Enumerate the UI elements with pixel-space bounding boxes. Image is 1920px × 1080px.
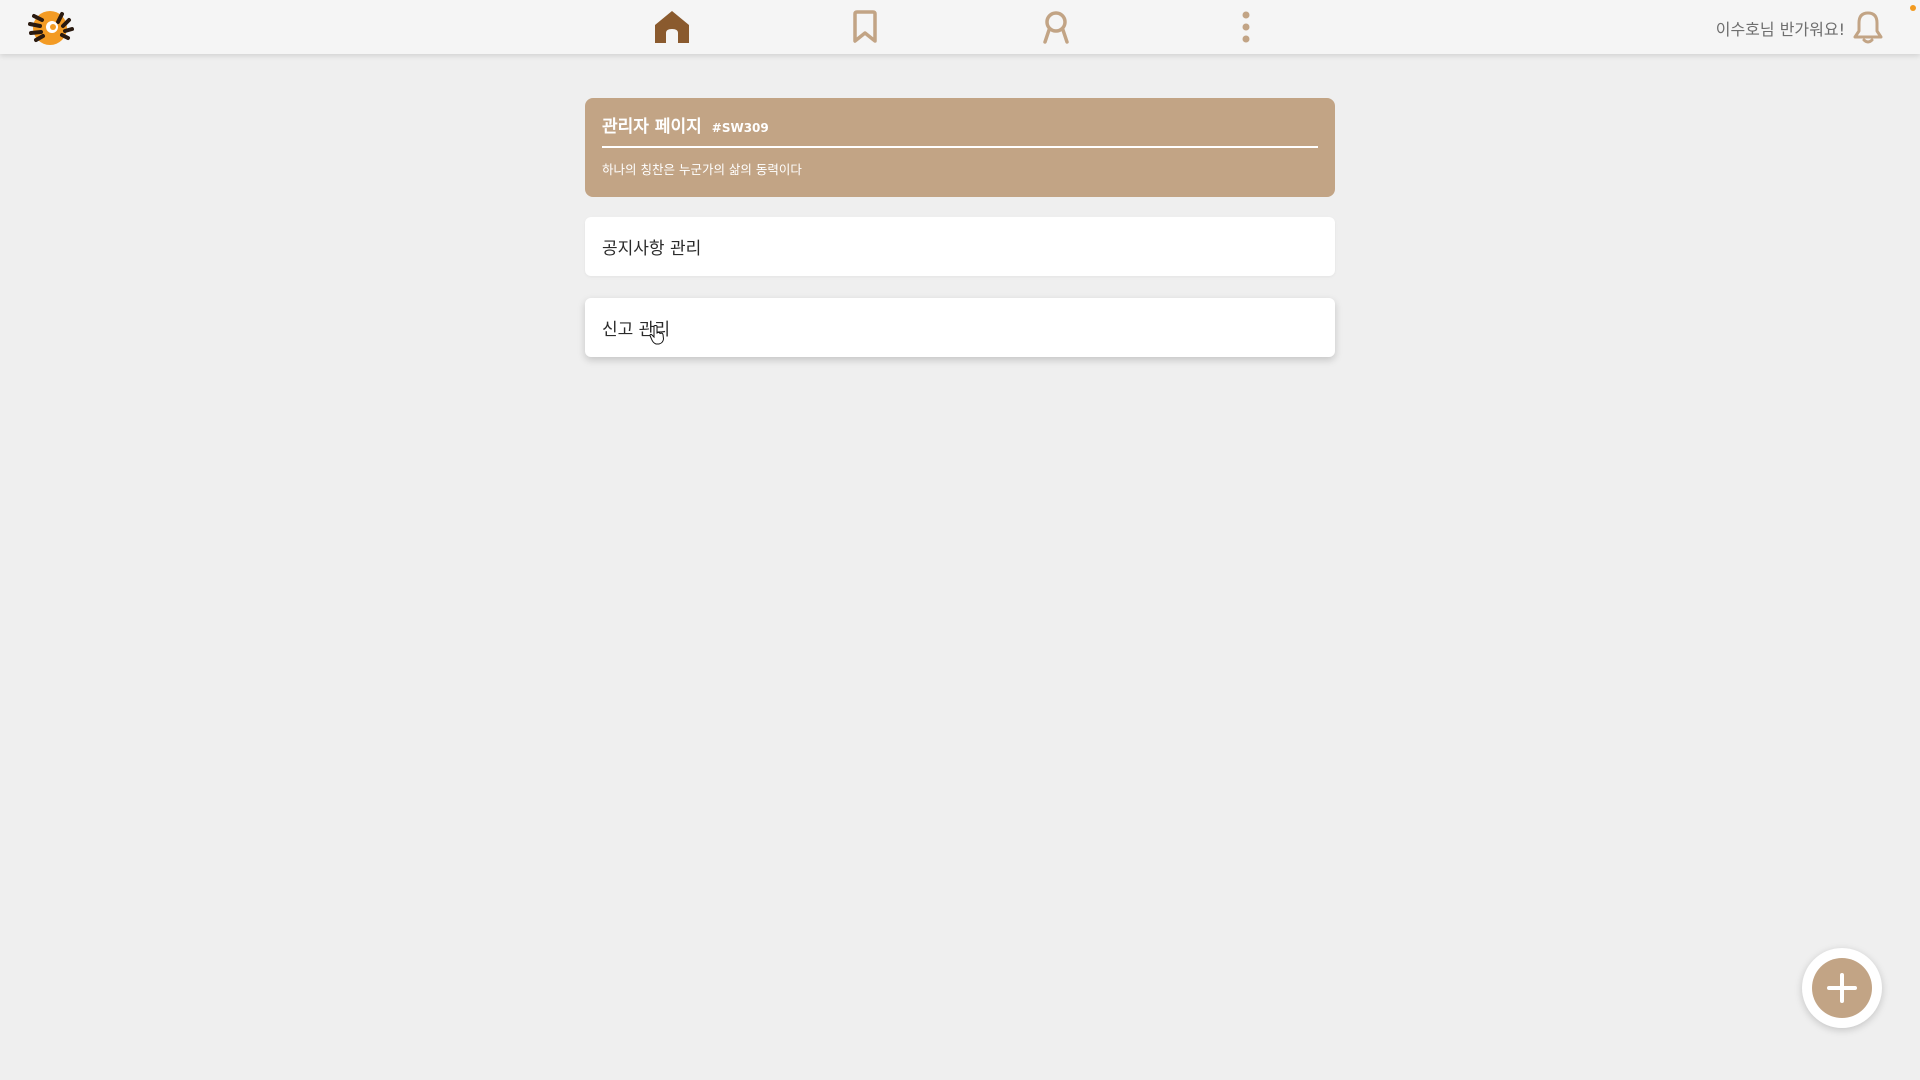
report-management-button[interactable]: 신고 관리 [585, 298, 1335, 357]
notification-dot [1910, 5, 1916, 11]
nav-home[interactable] [652, 7, 692, 47]
add-button-circle [1812, 958, 1872, 1018]
home-icon [655, 11, 689, 43]
notice-management-label: 공지사항 관리 [602, 239, 702, 259]
more-icon [1242, 11, 1250, 43]
top-navigation-bar: 이수호님 반가워요! [0, 0, 1920, 54]
admin-motto: 하나의 칭찬은 누군가의 삶의 동력이다 [602, 162, 802, 177]
add-button[interactable] [1802, 948, 1882, 1028]
header-divider [602, 146, 1318, 148]
greeting-text: 이수호님 반가워요! [1715, 20, 1845, 39]
admin-page-title: 관리자 페이지 [602, 117, 702, 137]
bell-icon[interactable] [1850, 9, 1886, 45]
nav-profile[interactable] [1036, 7, 1076, 47]
logo-icon[interactable] [22, 6, 80, 48]
nav-bookmark[interactable] [845, 7, 885, 47]
admin-content: 관리자 페이지 #SW309 하나의 칭찬은 누군가의 삶의 동력이다 공지사항… [585, 98, 1335, 357]
bookmark-icon [853, 10, 877, 43]
plus-icon [1827, 973, 1857, 1003]
hand-cursor-icon [649, 325, 665, 345]
admin-code: #SW309 [711, 121, 769, 135]
admin-header-card: 관리자 페이지 #SW309 하나의 칭찬은 누군가의 삶의 동력이다 [585, 98, 1335, 197]
profile-icon [1043, 11, 1069, 44]
notice-management-button[interactable]: 공지사항 관리 [585, 217, 1335, 276]
nav-more[interactable] [1226, 7, 1266, 47]
